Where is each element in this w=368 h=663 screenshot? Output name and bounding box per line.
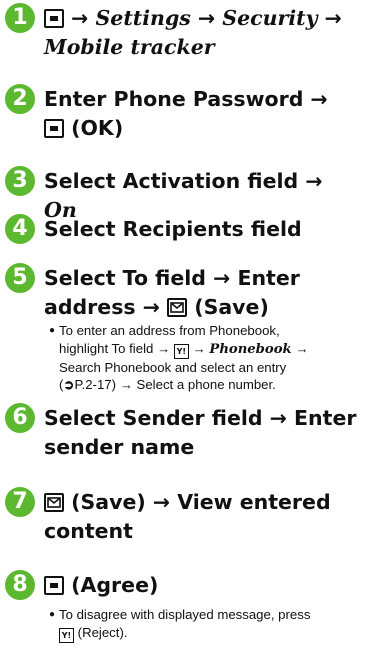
page-ref-icon: ➲	[63, 377, 75, 392]
save-label: (Save)	[71, 490, 146, 514]
note-text: highlight To field	[59, 340, 154, 356]
arrow: →	[269, 406, 287, 430]
step-line: address	[44, 295, 136, 319]
arrow: →	[152, 490, 171, 514]
step-line: Enter	[237, 266, 300, 290]
step-number: 1	[5, 3, 35, 33]
softkey-icon: Y!	[173, 343, 189, 359]
note-text: (Reject).	[77, 624, 128, 640]
softkey-icon: Y!	[59, 627, 74, 643]
note-text: To enter an address from Phonebook,	[59, 323, 280, 338]
step-number: 5	[5, 263, 35, 293]
menu-mobile-tracker: Mobile tracker	[44, 35, 215, 59]
instruction-page: { "steps": [ {"num": "1", "a": "Settings…	[0, 0, 368, 663]
step-number: 2	[5, 84, 35, 114]
step-text: Select Sender field → Enter sender name	[44, 404, 360, 462]
ok-label: (OK)	[71, 116, 124, 140]
step-line: Select Recipients field	[44, 217, 302, 241]
arrow: →	[142, 295, 160, 319]
arrow: →	[324, 6, 342, 30]
arrow: →	[213, 266, 231, 290]
step-line: Enter	[294, 406, 357, 430]
note-text: Select a phone number.	[136, 377, 276, 392]
center-key-icon	[44, 576, 64, 595]
step-text: (Save) → View entered content	[44, 488, 360, 546]
menu-phonebook: Phonebook	[209, 341, 292, 357]
step-line: sender name	[44, 435, 195, 459]
arrow: →	[295, 340, 309, 356]
mail-key-icon	[167, 298, 188, 317]
step-line: Enter Phone Password	[44, 87, 304, 111]
arrow: →	[197, 6, 216, 30]
step-line: Select Sender field	[44, 406, 263, 430]
arrow: →	[305, 169, 323, 193]
center-key-icon	[44, 9, 64, 28]
arrow: →	[119, 377, 133, 392]
step-number: 4	[5, 214, 35, 244]
step-text: (Agree)	[44, 571, 360, 600]
step-number: 7	[5, 487, 35, 517]
menu-security: Security	[222, 6, 318, 30]
step-text: Select Recipients field	[44, 215, 360, 244]
step-number: 8	[5, 570, 35, 600]
step-number: 3	[5, 166, 35, 196]
arrow: →	[192, 340, 206, 356]
step-text: Select To field → Enter address → (Save)	[44, 264, 360, 322]
note-text: To disagree with displayed message, pres…	[59, 607, 311, 622]
save-label: (Save)	[194, 295, 269, 319]
agree-label: (Agree)	[71, 573, 159, 597]
step-line: Select To field	[44, 266, 206, 290]
note-text: Search Phonebook and select an entry	[59, 359, 287, 375]
bullet-icon: ●	[49, 325, 56, 336]
arrow: →	[71, 6, 89, 30]
step-text: Enter Phone Password → (OK)	[44, 85, 360, 143]
step-line: Select Activation field	[44, 169, 299, 193]
step-text: → Settings → Security → Mobile tracker	[44, 4, 360, 62]
menu-settings: Settings	[95, 6, 191, 30]
center-key-icon	[44, 119, 64, 138]
arrow: →	[157, 340, 171, 356]
step-8-note: ● To disagree with displayed message, pr…	[49, 606, 364, 643]
step-number: 6	[5, 403, 35, 433]
step-5-note: ● To enter an address from Phonebook, hi…	[49, 322, 364, 394]
arrow: →	[310, 87, 328, 111]
page-ref: P.2-17)	[74, 377, 117, 392]
bullet-icon: ●	[49, 609, 56, 620]
step-line: View entered	[177, 490, 331, 514]
mail-key-icon	[44, 493, 64, 512]
step-line: content	[44, 519, 133, 543]
